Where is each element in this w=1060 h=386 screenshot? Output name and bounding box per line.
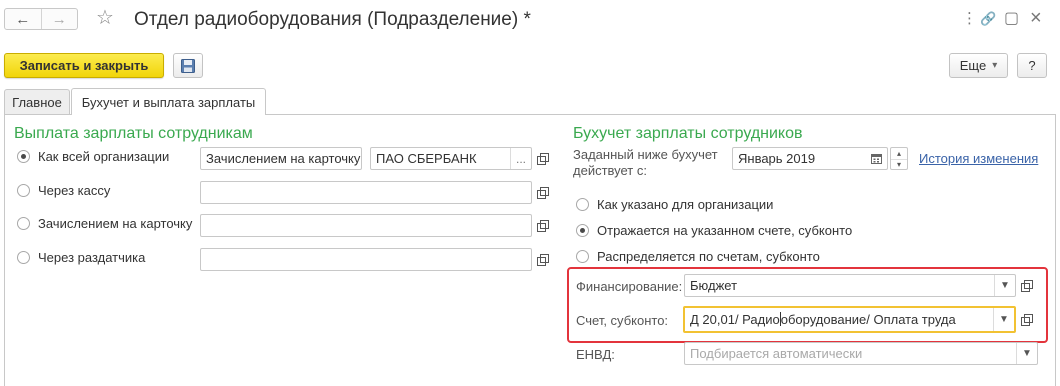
account-label: Счет, субконто: (576, 313, 669, 328)
open-icon (537, 253, 549, 266)
bank-field[interactable]: ПАО СБЕРБАНК ... (370, 147, 532, 170)
calendar-button[interactable] (866, 148, 887, 169)
effective-from-label-line2: действует с: (573, 163, 647, 178)
envd-field[interactable]: Подбирается автоматически ▼ (684, 342, 1038, 365)
chevron-down-icon[interactable]: ▼ (994, 275, 1015, 296)
radio-button[interactable] (576, 197, 589, 211)
payment-option-label: Через кассу (38, 182, 111, 198)
payment-option-distributor[interactable]: Через раздатчика (17, 248, 145, 266)
payment-option-label: Зачислением на карточку (38, 215, 193, 231)
envd-label: ЕНВД: (576, 347, 615, 362)
date-spinner[interactable]: ▴ ▾ (890, 147, 908, 170)
save-button[interactable] (173, 53, 203, 78)
payment-option-organization[interactable]: Как всей организации (17, 147, 169, 165)
account-value-start: Д 20,01/ Радио (690, 312, 780, 327)
radio-button[interactable] (17, 216, 30, 230)
chevron-down-icon: ▾ (992, 60, 998, 71)
radio-button[interactable] (576, 223, 589, 237)
envd-placeholder: Подбирается автоматически (690, 346, 863, 361)
payment-method-value: Зачислением на карточку (206, 151, 361, 166)
account-value-end: оборудование/ Оплата труда (780, 312, 956, 327)
more-button[interactable]: Еще ▾ (949, 53, 1008, 78)
payment-method-field[interactable]: Зачислением на карточку (200, 147, 362, 170)
cash-desk-field[interactable] (200, 181, 532, 204)
effective-from-label-line1: Заданный ниже бухучет (573, 147, 718, 162)
open-bank-button[interactable] (532, 147, 554, 170)
spin-down-icon[interactable]: ▾ (891, 159, 907, 169)
open-distributor-button[interactable] (532, 248, 554, 271)
floppy-disk-icon (181, 58, 195, 73)
spin-up-icon[interactable]: ▴ (891, 148, 907, 159)
calendar-icon (871, 154, 882, 164)
open-card-project-button[interactable] (532, 214, 554, 237)
radio-button[interactable] (576, 249, 589, 263)
close-icon[interactable]: × (1030, 8, 1042, 28)
open-icon (537, 152, 549, 165)
payment-option-cash[interactable]: Через кассу (17, 181, 110, 199)
change-history-link[interactable]: История изменения (919, 151, 1038, 166)
link-icon[interactable]: 🔗 (980, 10, 996, 28)
payment-section-title: Выплата зарплаты сотрудникам (14, 125, 253, 142)
payment-option-card[interactable]: Зачислением на карточку (17, 214, 192, 232)
distributor-field[interactable] (200, 248, 532, 271)
more-button-label: Еще (959, 58, 987, 73)
financing-label: Финансирование: (576, 279, 683, 294)
chevron-down-icon[interactable]: ▼ (993, 308, 1014, 331)
accounting-option-distributed[interactable]: Распределяется по счетам, субконто (576, 247, 820, 265)
radio-button[interactable] (17, 183, 30, 197)
history-nav: ← → (4, 8, 78, 30)
accounting-section-title: Бухучет зарплаты сотрудников (573, 125, 803, 142)
select-bank-button[interactable]: ... (510, 148, 531, 169)
forward-arrow-icon[interactable]: → (40, 9, 78, 29)
accounting-option-label: Как указано для организации (597, 196, 774, 212)
save-and-close-button[interactable]: Записать и закрыть (4, 53, 164, 78)
accounting-option-organization[interactable]: Как указано для организации (576, 195, 773, 213)
chevron-down-icon[interactable]: ▼ (1016, 343, 1037, 364)
window-title: Отдел радиоборудования (Подразделение) * (134, 9, 531, 30)
maximize-icon[interactable]: ▢ (1004, 10, 1019, 28)
financing-field[interactable]: Бюджет ▼ (684, 274, 1016, 297)
open-cash-desk-button[interactable] (532, 181, 554, 204)
financing-value: Бюджет (690, 278, 738, 293)
bank-value: ПАО СБЕРБАНК (376, 151, 477, 166)
tab-main[interactable]: Главное (4, 89, 70, 114)
account-field[interactable]: Д 20,01/ Радиооборудование/ Оплата труда… (683, 306, 1016, 333)
back-arrow-icon[interactable]: ← (5, 9, 41, 29)
tab-accounting-payroll[interactable]: Бухучет и выплата зарплаты (71, 88, 266, 115)
card-project-field[interactable] (200, 214, 532, 237)
open-icon (1021, 313, 1033, 326)
open-financing-button[interactable] (1016, 274, 1038, 297)
accounting-option-label: Распределяется по счетам, субконто (597, 248, 820, 264)
help-button[interactable]: ? (1017, 53, 1047, 78)
payment-option-label: Как всей организации (38, 148, 170, 164)
open-icon (1021, 279, 1033, 292)
menu-dots-icon[interactable]: ⋮ (962, 10, 977, 28)
effective-date-value: Январь 2019 (738, 151, 816, 166)
open-icon (537, 186, 549, 199)
accounting-option-label: Отражается на указанном счете, субконто (597, 222, 853, 238)
open-account-button[interactable] (1016, 308, 1038, 331)
radio-button[interactable] (17, 250, 30, 264)
radio-button[interactable] (17, 149, 30, 163)
open-icon (537, 219, 549, 232)
effective-date-field[interactable]: Январь 2019 (732, 147, 888, 170)
accounting-option-specified-account[interactable]: Отражается на указанном счете, субконто (576, 221, 852, 239)
payment-option-label: Через раздатчика (38, 249, 146, 265)
favorite-star-icon[interactable]: ☆ (96, 6, 114, 30)
account-value: Д 20,01/ Радиооборудование/ Оплата труда (685, 312, 993, 327)
